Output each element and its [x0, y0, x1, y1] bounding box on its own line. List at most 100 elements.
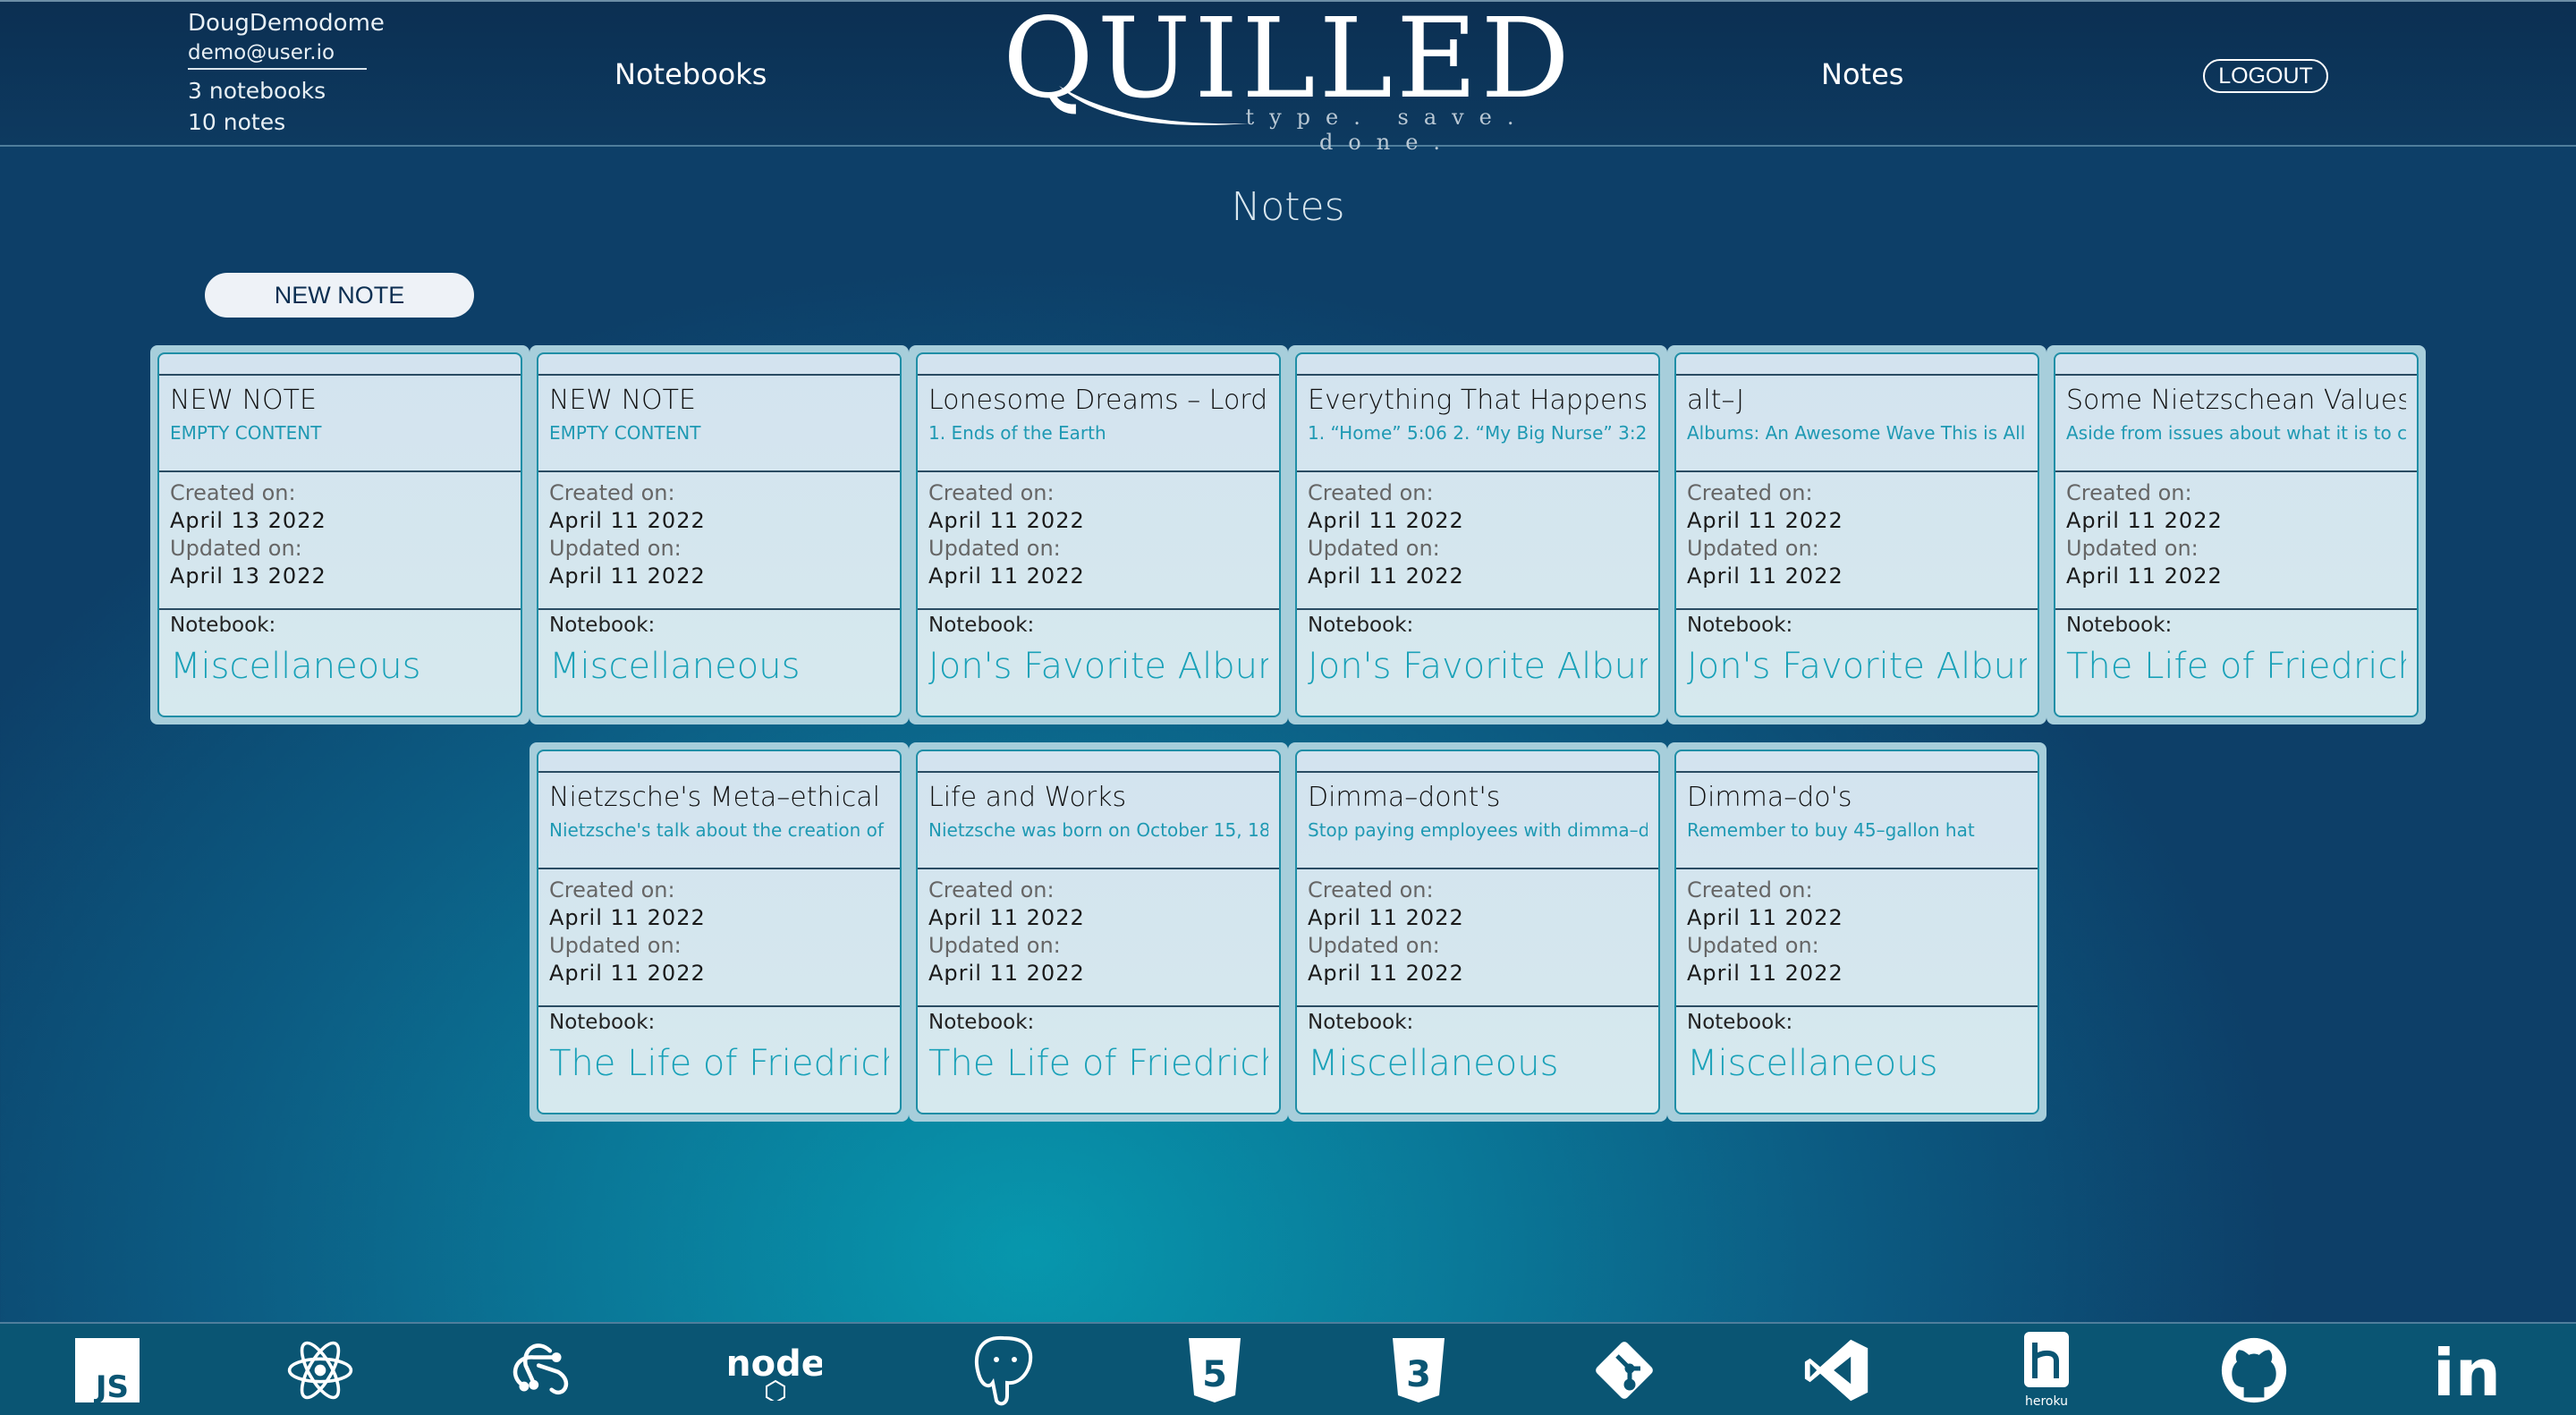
created-label: Created on: [549, 480, 675, 505]
nodejs-icon[interactable]: node [729, 1336, 822, 1404]
notebook-link[interactable]: Miscellaneous [1308, 1036, 1648, 1091]
note-dates: Created on: April 11 2022 Updated on: Ap… [1676, 472, 2038, 610]
svg-text:in: in [2433, 1336, 2501, 1404]
note-title[interactable]: Dimma–do's [1687, 778, 2027, 818]
git-icon[interactable] [1590, 1336, 1658, 1404]
notebook-label: Notebook: [2066, 614, 2173, 637]
note-card-body: Life and Works Nietzsche was born on Oct… [916, 750, 1281, 1114]
note-card-header: Nietzsche's Meta–ethical St Nietzsche's … [538, 773, 900, 869]
notebook-link[interactable]: The Life of Friedrich Ni [549, 1036, 889, 1091]
updated-label: Updated on: [1308, 536, 1440, 561]
note-card-header: NEW NOTE EMPTY CONTENT [159, 376, 521, 472]
note-card-top-bar [1297, 751, 1658, 773]
updated-label: Updated on: [2066, 536, 2199, 561]
note-card[interactable]: Everything That Happens W 1. “Home” 5:06… [1288, 345, 1667, 724]
updated-date: April 11 2022 [928, 563, 1085, 589]
react-icon[interactable] [286, 1336, 354, 1404]
updated-label: Updated on: [170, 536, 302, 561]
note-card-body: Dimma–dont's Stop paying employees with … [1295, 750, 1660, 1114]
notebook-link[interactable]: Jon's Favorite Albums [1308, 639, 1648, 694]
notebook-link[interactable]: The Life of Friedrich Ni [2066, 639, 2406, 694]
note-snippet: Nietzsche was born on October 15, 1844 [928, 819, 1268, 841]
heroku-icon[interactable]: heroku [2012, 1331, 2080, 1409]
tech-stack-footer: JS node 5 3 heroku in [0, 1322, 2576, 1415]
note-card[interactable]: Dimma–do's Remember to buy 45–gallon hat… [1667, 742, 2046, 1122]
notebook-label: Notebook: [1687, 614, 1793, 637]
visual-studio-code-icon[interactable] [1803, 1336, 1871, 1404]
note-snippet: Nietzsche's talk about the creation of v… [549, 819, 889, 841]
javascript-icon[interactable]: JS [73, 1336, 141, 1404]
note-card[interactable]: Lonesome Dreams – Lord Hu 1. Ends of the… [909, 345, 1288, 724]
notebook-label: Notebook: [170, 614, 276, 637]
notebook-link[interactable]: Miscellaneous [549, 639, 889, 694]
note-title[interactable]: Some Nietzschean Values [2066, 381, 2406, 420]
notebook-link[interactable]: Miscellaneous [170, 639, 510, 694]
notebook-label: Notebook: [549, 1011, 656, 1034]
note-card[interactable]: Nietzsche's Meta–ethical St Nietzsche's … [530, 742, 909, 1122]
github-icon[interactable] [2220, 1336, 2288, 1404]
notebook-label: Notebook: [549, 614, 656, 637]
note-notebook: Notebook: The Life of Friedrich Ni [918, 1007, 1279, 1091]
created-label: Created on: [1687, 480, 1813, 505]
created-date: April 11 2022 [549, 905, 706, 930]
note-card-header: alt–J Albums: An Awesome Wave This is Al… [1676, 376, 2038, 472]
notebook-link[interactable]: The Life of Friedrich Ni [928, 1036, 1268, 1091]
created-label: Created on: [1687, 877, 1813, 902]
note-card-body: Some Nietzschean Values Aside from issue… [2054, 352, 2419, 717]
svg-text:heroku: heroku [2025, 1394, 2068, 1409]
created-date: April 11 2022 [2066, 508, 2223, 533]
note-dates: Created on: April 11 2022 Updated on: Ap… [1297, 472, 1658, 610]
created-label: Created on: [2066, 480, 2192, 505]
note-title[interactable]: NEW NOTE [549, 381, 889, 420]
note-card-top-bar [1676, 751, 2038, 773]
note-card-top-bar [538, 354, 900, 376]
created-label: Created on: [1308, 480, 1434, 505]
note-notebook: Notebook: Jon's Favorite Albums [1676, 610, 2038, 694]
note-card[interactable]: alt–J Albums: An Awesome Wave This is Al… [1667, 345, 2046, 724]
css3-icon[interactable]: 3 [1385, 1336, 1453, 1404]
notebook-link[interactable]: Miscellaneous [1687, 1036, 2027, 1091]
html5-icon[interactable]: 5 [1181, 1336, 1249, 1404]
note-dates: Created on: April 11 2022 Updated on: Ap… [918, 869, 1279, 1007]
note-notebook: Notebook: Miscellaneous [1297, 1007, 1658, 1091]
note-title[interactable]: Nietzsche's Meta–ethical St [549, 778, 889, 818]
note-dates: Created on: April 11 2022 Updated on: Ap… [918, 472, 1279, 610]
note-title[interactable]: NEW NOTE [170, 381, 510, 420]
note-snippet: 1. “Home” 5:06 2. “My Big Nurse” 3:21 3 [1308, 422, 1648, 444]
note-title[interactable]: Lonesome Dreams – Lord Hu [928, 381, 1268, 420]
note-card[interactable]: NEW NOTE EMPTY CONTENT Created on: April… [150, 345, 530, 724]
note-title[interactable]: Dimma–dont's [1308, 778, 1648, 818]
linkedin-icon[interactable]: in [2433, 1336, 2501, 1404]
note-card-top-bar [918, 354, 1279, 376]
notebook-link[interactable]: Jon's Favorite Albums [928, 639, 1268, 694]
note-dates: Created on: April 11 2022 Updated on: Ap… [538, 869, 900, 1007]
note-card[interactable]: Dimma–dont's Stop paying employees with … [1288, 742, 1667, 1122]
postgresql-icon[interactable] [970, 1335, 1038, 1406]
created-label: Created on: [928, 480, 1055, 505]
note-card-header: Lonesome Dreams – Lord Hu 1. Ends of the… [918, 376, 1279, 472]
note-notebook: Notebook: The Life of Friedrich Ni [2055, 610, 2417, 694]
note-card-body: NEW NOTE EMPTY CONTENT Created on: April… [157, 352, 522, 717]
updated-label: Updated on: [928, 933, 1061, 958]
note-card[interactable]: Life and Works Nietzsche was born on Oct… [909, 742, 1288, 1122]
note-card-body: Lonesome Dreams – Lord Hu 1. Ends of the… [916, 352, 1281, 717]
note-title[interactable]: Everything That Happens W [1308, 381, 1648, 420]
created-date: April 13 2022 [170, 508, 326, 533]
note-dates: Created on: April 11 2022 Updated on: Ap… [538, 472, 900, 610]
notebook-label: Notebook: [928, 1011, 1035, 1034]
note-card[interactable]: Some Nietzschean Values Aside from issue… [2046, 345, 2426, 724]
note-card-top-bar [538, 751, 900, 773]
redux-icon[interactable] [506, 1336, 574, 1404]
notebook-link[interactable]: Jon's Favorite Albums [1687, 639, 2027, 694]
created-date: April 11 2022 [928, 508, 1085, 533]
updated-label: Updated on: [549, 536, 682, 561]
note-snippet: Remember to buy 45–gallon hat [1687, 819, 1975, 841]
updated-date: April 11 2022 [1308, 563, 1464, 589]
note-card[interactable]: NEW NOTE EMPTY CONTENT Created on: April… [530, 345, 909, 724]
created-label: Created on: [549, 877, 675, 902]
note-card-header: Dimma–do's Remember to buy 45–gallon hat [1676, 773, 2038, 869]
note-title[interactable]: alt–J [1687, 381, 2027, 420]
note-title[interactable]: Life and Works [928, 778, 1268, 818]
updated-date: April 11 2022 [549, 961, 706, 986]
svg-text:node: node [729, 1343, 822, 1385]
